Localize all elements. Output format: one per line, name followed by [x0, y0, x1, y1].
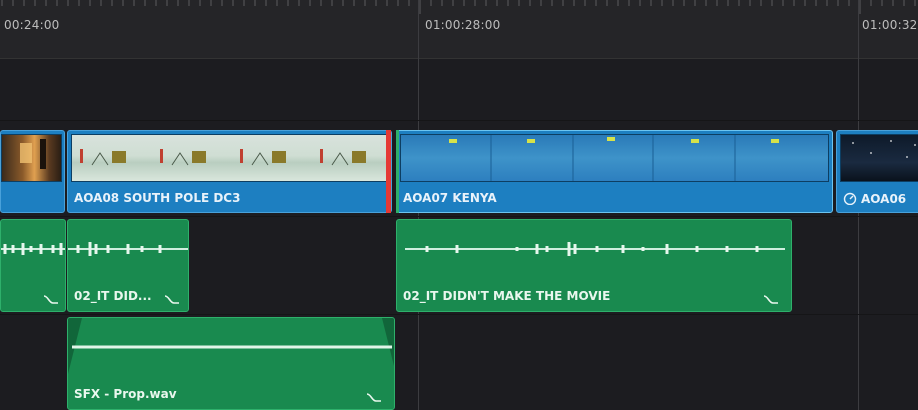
clip-label: AOA08 SOUTH POLE DC3	[74, 191, 241, 205]
video-clip[interactable]: AOA08 SOUTH POLE DC3	[67, 130, 392, 213]
clip-thumbnail	[400, 134, 829, 182]
clip-label: AOA07 KENYA	[403, 191, 497, 205]
clip-thumbnail	[1, 134, 62, 182]
clip-thumbnail	[840, 134, 918, 182]
clip-label: AOA06	[843, 191, 906, 206]
timecode-label: 00:24:00	[4, 18, 60, 32]
clip-label: SFX - Prop.wav	[74, 387, 177, 401]
fade-curve-icon	[164, 295, 179, 304]
clip-label: 02_IT DID...	[74, 289, 152, 303]
fade-curve-icon	[43, 295, 58, 304]
timecode-label: 01:00:28:00	[425, 18, 501, 32]
audio-clip[interactable]: 02_IT DID...	[67, 219, 189, 312]
video-clip[interactable]: AOA07 KENYA	[396, 130, 833, 213]
clip-label-text: AOA06	[861, 192, 907, 206]
video-clip[interactable]: AOA06	[836, 130, 918, 213]
audio-waveform	[68, 242, 188, 256]
clip-thumbnail	[71, 134, 388, 182]
audio-clip[interactable]: 02_IT DIDN'T MAKE THE MOVIE	[396, 219, 792, 312]
timecode-label: 01:00:32	[862, 18, 918, 32]
audio-clip[interactable]	[0, 219, 66, 312]
timeline-ruler[interactable]: 00:24:00 01:00:28:00 01:00:32	[0, 0, 918, 59]
track-divider	[0, 314, 918, 315]
edit-marker	[386, 130, 391, 213]
video-clip[interactable]	[0, 130, 65, 213]
audio-waveform	[405, 242, 785, 256]
track-divider	[0, 120, 918, 121]
fade-curve-icon	[763, 295, 778, 304]
fade-curve-icon	[366, 393, 381, 402]
audio-waveform	[72, 345, 392, 349]
track-divider	[0, 216, 918, 217]
audio-waveform	[1, 243, 65, 255]
speed-gauge-icon	[843, 192, 857, 206]
selection-edge	[396, 130, 399, 213]
ruler-ticks	[1, 0, 916, 14]
audio-clip[interactable]: SFX - Prop.wav	[67, 317, 395, 410]
clip-label: 02_IT DIDN'T MAKE THE MOVIE	[403, 289, 611, 303]
